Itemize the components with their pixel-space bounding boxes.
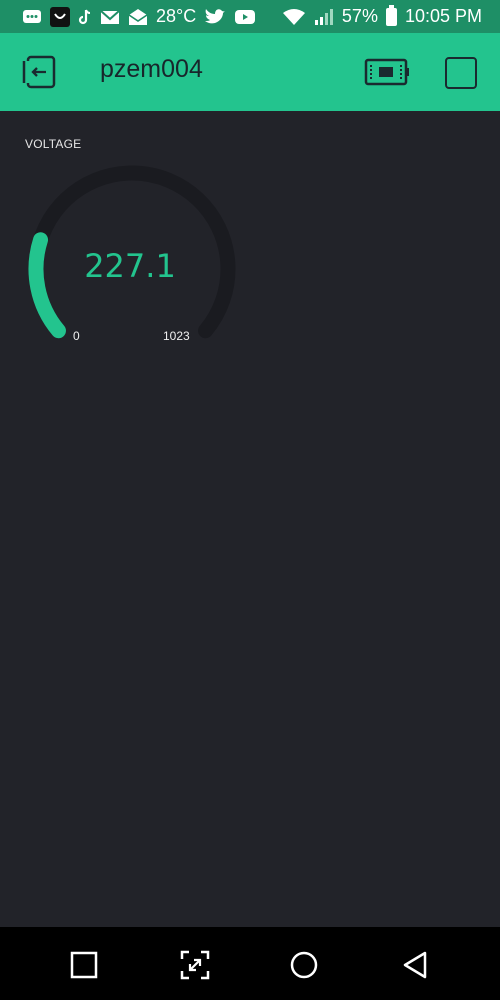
- status-bar-left: 28°C: [22, 6, 256, 27]
- square-icon: [70, 951, 98, 979]
- app-header: pzem004: [0, 33, 500, 111]
- gauge-max-label: 1023: [163, 329, 190, 343]
- device-icon: [364, 58, 409, 86]
- clock-text: 10:05 PM: [404, 6, 482, 26]
- notification-icon: [50, 6, 70, 27]
- gauge-min-label: 0: [73, 329, 80, 343]
- screenshot-icon: [180, 950, 210, 980]
- recent-apps-button[interactable]: [64, 945, 104, 985]
- screenshot-button[interactable]: [175, 945, 215, 985]
- project-title: pzem004: [100, 55, 203, 83]
- gauge-value: 227.1: [84, 247, 176, 285]
- back-triangle-icon: [403, 951, 427, 979]
- gmail-icon: [100, 9, 120, 25]
- gauge-fill: [28, 232, 66, 339]
- battery-percent-text: 57%: [341, 6, 378, 26]
- device-button[interactable]: [364, 56, 410, 88]
- gauge-label: VOLTAGE: [25, 137, 82, 151]
- temperature-text: 28°C: [156, 6, 197, 26]
- exit-project-button[interactable]: [20, 53, 58, 91]
- twitter-icon: [204, 8, 226, 26]
- signal-icon: [314, 8, 334, 26]
- messages-icon: [22, 9, 42, 25]
- wifi-icon: [282, 8, 306, 26]
- dashboard-canvas: VOLTAGE 227.1 0 1023: [0, 111, 500, 927]
- circle-icon: [290, 951, 318, 979]
- home-button[interactable]: [284, 945, 324, 985]
- battery-icon: [385, 4, 397, 26]
- status-bar-right: 57% 10:05 PM: [282, 4, 482, 27]
- exit-icon: [22, 55, 56, 89]
- navigation-bar: [0, 927, 500, 1000]
- play-stop-button[interactable]: [445, 57, 477, 89]
- youtube-icon: [234, 9, 256, 25]
- status-bar: 28°C 57% 10:05 PM: [0, 0, 500, 33]
- tiktok-icon: [78, 8, 92, 26]
- email-icon: [128, 8, 148, 26]
- back-button[interactable]: [395, 945, 435, 985]
